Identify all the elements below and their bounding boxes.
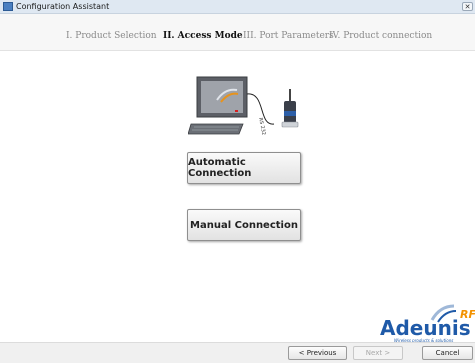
step-product-connection: IV. Product connection: [329, 31, 433, 41]
step-access-mode: II. Access Mode: [163, 31, 243, 41]
logo-brand: Adeunis: [380, 316, 471, 340]
wizard-steps: I. Product Selection II. Access Mode III…: [0, 14, 475, 51]
cable-label: RS 232: [257, 117, 267, 136]
next-button[interactable]: Next >: [353, 346, 403, 360]
device-icon: [281, 89, 299, 128]
close-button[interactable]: ✕: [462, 2, 473, 11]
automatic-connection-button[interactable]: Automatic Connection: [187, 152, 301, 184]
keyboard-icon: [188, 123, 244, 135]
wizard-footer: < Previous Next > Cancel: [0, 342, 475, 363]
monitor-icon: [196, 76, 248, 118]
window-title: Configuration Assistant: [16, 2, 110, 11]
cancel-button[interactable]: Cancel: [422, 346, 473, 360]
manual-connection-button[interactable]: Manual Connection: [187, 209, 301, 241]
adeunis-logo: RF Adeunis Wireless products & solutions: [380, 304, 475, 343]
app-icon: [3, 2, 13, 11]
computer-connection-illustration: RS 232: [188, 76, 299, 136]
step-port-parameters: III. Port Parameters: [243, 31, 334, 41]
previous-button[interactable]: < Previous: [288, 346, 347, 360]
step-product-selection: I. Product Selection: [66, 31, 157, 41]
title-bar: Configuration Assistant ✕: [0, 0, 475, 14]
